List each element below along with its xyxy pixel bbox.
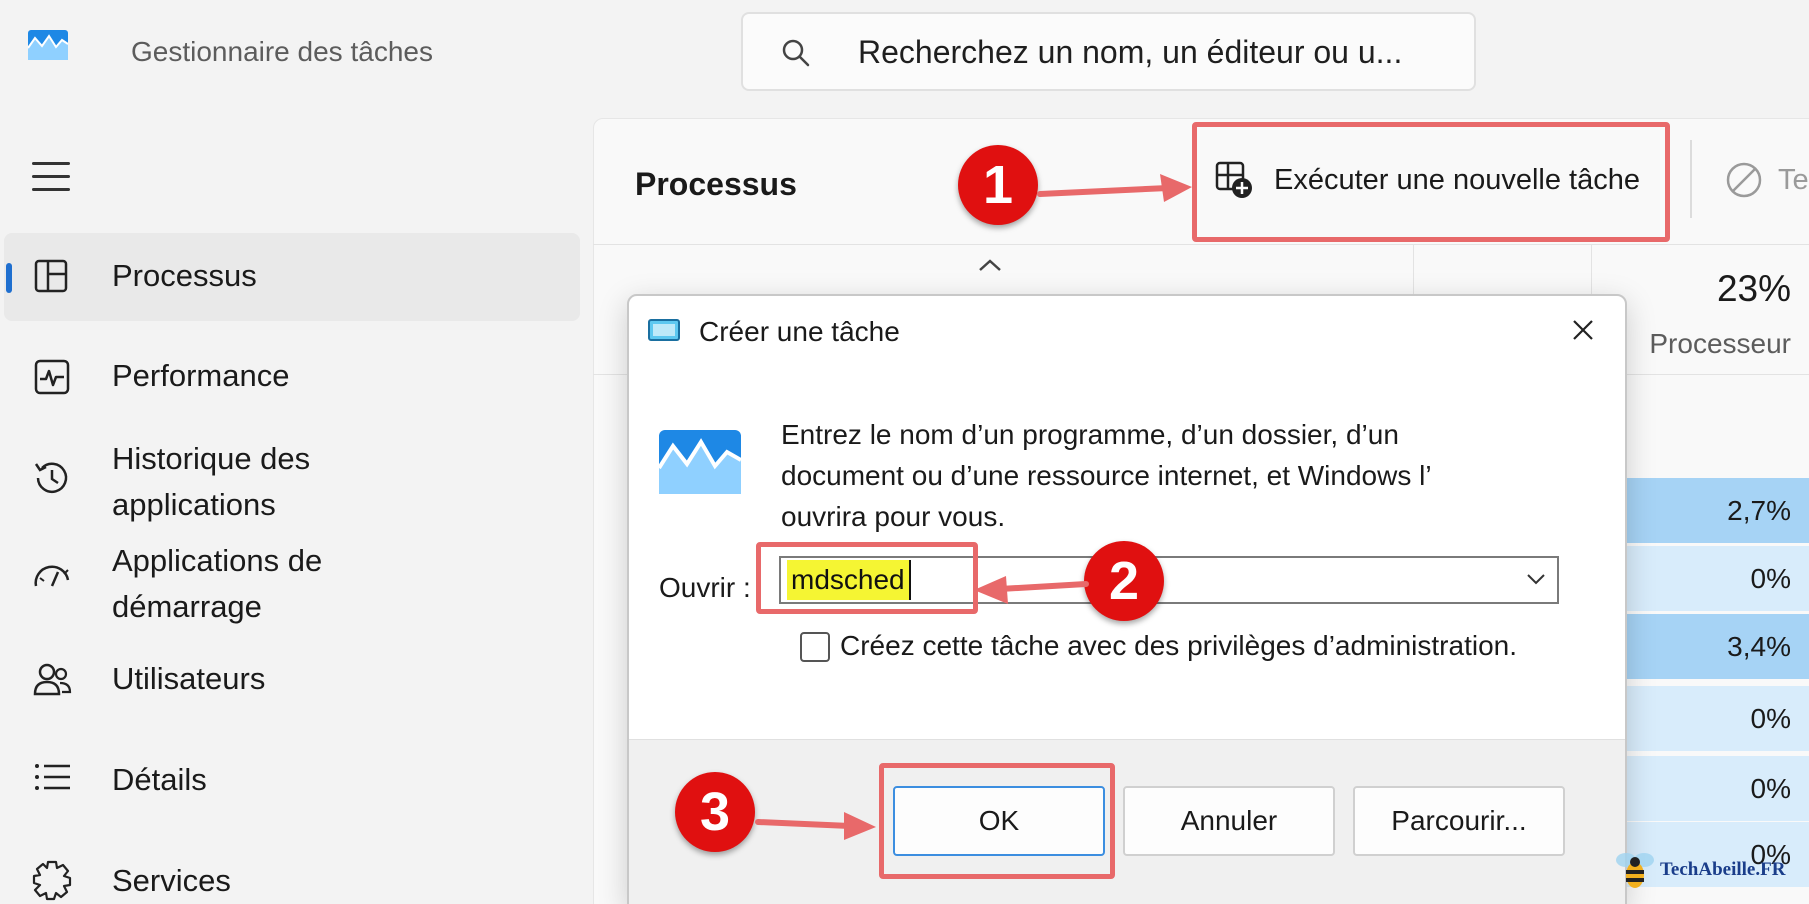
- sidebar-item-label: Utilisateurs: [112, 661, 266, 696]
- bee-logo-icon: [1616, 853, 1654, 888]
- dialog-description: Entrez le nom d’un programme, d’un dossi…: [781, 419, 1431, 532]
- cpu-cell: 2,7%: [1610, 478, 1809, 543]
- details-icon: [35, 764, 70, 790]
- app-history-icon: [34, 462, 68, 494]
- sidebar-item-label: Détails: [112, 762, 207, 797]
- sidebar-item-demarrage[interactable]: Applications de démarrage: [4, 538, 580, 626]
- close-icon[interactable]: [1569, 316, 1597, 344]
- sidebar-item-services[interactable]: Services: [4, 838, 580, 904]
- end-task-button[interactable]: Te: [1724, 160, 1809, 200]
- cpu-cell: 3,4%: [1610, 614, 1809, 679]
- cpu-cell: 0%: [1610, 546, 1809, 611]
- sidebar-item-label: Processus: [112, 258, 257, 293]
- toolbar-divider: [1690, 140, 1692, 218]
- highlight-open-input: [756, 542, 978, 614]
- sidebar-item-processus[interactable]: Processus: [4, 233, 580, 321]
- step-2-badge: 2: [1084, 541, 1164, 621]
- highlight-run-task: [1192, 122, 1670, 242]
- search-box[interactable]: [741, 12, 1476, 91]
- watermark-text: TechAbeille.FR: [1660, 859, 1786, 880]
- table-header-divider: [593, 244, 1809, 245]
- sidebar-item-label: Services: [112, 863, 231, 898]
- arrow-right-icon: [1037, 174, 1192, 202]
- task-manager-logo-icon: [659, 430, 741, 494]
- sidebar-item-historique[interactable]: Historique des applications: [4, 436, 580, 524]
- cpu-total-value: 23%: [1716, 268, 1791, 309]
- highlight-ok-button: [879, 763, 1115, 879]
- startup-apps-icon: [34, 565, 70, 587]
- open-label: Ouvrir :: [659, 572, 751, 603]
- task-manager-logo-icon: [28, 30, 68, 60]
- services-icon: [32, 860, 72, 901]
- search-icon: [782, 39, 810, 67]
- page-title: Processus: [635, 166, 797, 202]
- active-indicator: [6, 263, 12, 293]
- arrow-right-icon: [755, 812, 876, 840]
- admin-privileges-label[interactable]: Créez cette tâche avec des privilèges d’…: [840, 630, 1517, 662]
- dialog-title: Créer une tâche: [699, 316, 900, 347]
- sidebar-item-label: Historique des applications: [112, 441, 311, 522]
- sidebar-item-utilisateurs[interactable]: Utilisateurs: [4, 638, 580, 726]
- processes-icon: [34, 259, 68, 293]
- end-task-label: Te: [1778, 163, 1809, 196]
- sidebar-item-label: Applications de démarrage: [112, 543, 323, 624]
- app-title: Gestionnaire des tâches: [131, 36, 433, 67]
- end-task-icon: [1726, 162, 1762, 198]
- step-1-badge: 1: [958, 145, 1038, 225]
- cpu-cell: 0%: [1610, 686, 1809, 751]
- sidebar-item-details[interactable]: Détails: [4, 738, 580, 826]
- run-dialog-icon: [648, 319, 680, 341]
- search-input[interactable]: [858, 28, 1458, 76]
- cpu-cell: 0%: [1610, 756, 1809, 821]
- dialog-titlebar[interactable]: Créer une tâche: [629, 296, 1625, 366]
- browse-button[interactable]: Parcourir...: [1353, 786, 1565, 856]
- sort-chevron-up-icon[interactable]: [976, 256, 1004, 274]
- arrow-left-icon: [974, 576, 1089, 604]
- users-icon: [33, 663, 72, 696]
- cancel-button[interactable]: Annuler: [1123, 786, 1335, 856]
- chevron-down-icon[interactable]: [1525, 570, 1547, 588]
- cpu-column-header[interactable]: Processeur: [1649, 328, 1791, 360]
- sidebar-item-performance[interactable]: Performance: [4, 337, 580, 425]
- watermark: TechAbeille.FR: [1612, 848, 1785, 892]
- sidebar-item-label: Performance: [112, 358, 290, 393]
- admin-privileges-checkbox[interactable]: [800, 632, 830, 662]
- step-3-badge: 3: [675, 772, 755, 852]
- performance-icon: [34, 359, 70, 395]
- hamburger-menu-icon[interactable]: [32, 162, 70, 192]
